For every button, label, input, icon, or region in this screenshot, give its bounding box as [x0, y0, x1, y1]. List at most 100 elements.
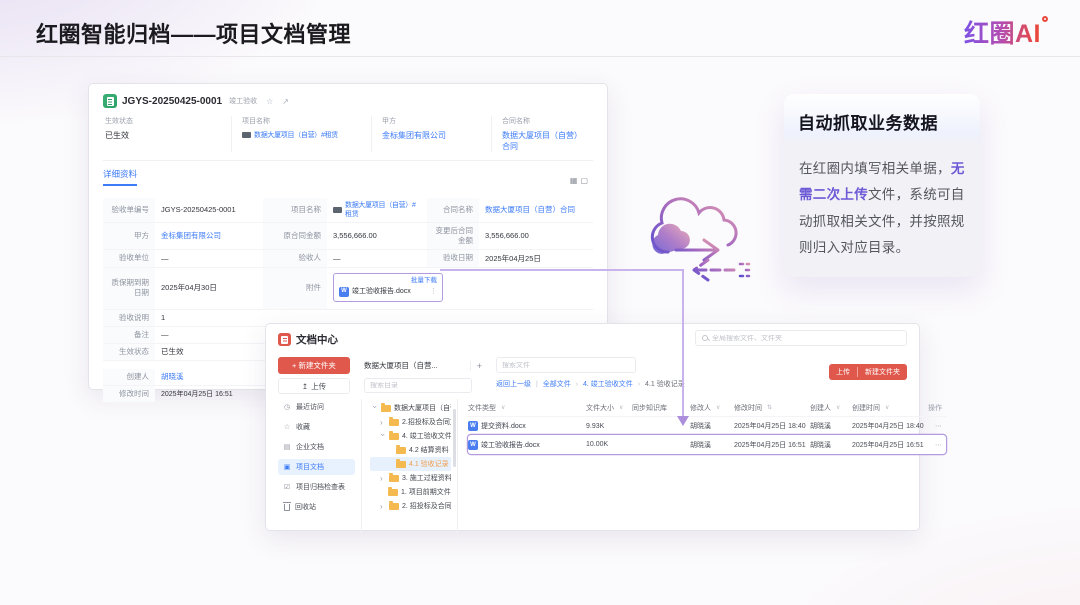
document-id: JGYS-20250425-0001: [122, 95, 223, 107]
folder-icon: [389, 472, 399, 482]
global-search-input[interactable]: [695, 330, 907, 346]
summary-field-project: 项目名称 数据大厦项目（自营）#租赁: [231, 116, 371, 152]
folder-tree: ›数据大厦项目（自营... ›2.招投标及合同文件 ›4. 竣工验收文件 4.2…: [362, 399, 458, 539]
kebab-menu-icon[interactable]: ⋮: [430, 287, 437, 296]
file-table: 文件类型 ∨ 文件大小 ∨ 同步知识库 修改人 ∨ 修改时间 ⇅ 创建人 ∨ 创建时间 ∨ …: [458, 399, 946, 539]
search-directory-input[interactable]: [364, 378, 472, 393]
tree-item-selected[interactable]: 4.1 验收记录: [370, 457, 451, 471]
file-size: 10.00K: [586, 441, 609, 448]
folder-icon: [381, 402, 391, 412]
global-search-field[interactable]: [712, 334, 900, 342]
row-label: 附件: [263, 267, 327, 309]
caret-icon: ∨: [885, 405, 890, 411]
batch-download-link[interactable]: 批量下载: [339, 277, 437, 285]
breadcrumb-all-files[interactable]: 全部文件: [543, 381, 571, 388]
tree-item-root[interactable]: ›数据大厦项目（自营...: [370, 401, 451, 415]
caret-icon: ›: [370, 405, 380, 408]
new-folder-button[interactable]: + 新建文件夹: [278, 357, 350, 374]
header-file-size[interactable]: 文件大小 ∨: [586, 403, 632, 413]
file-name[interactable]: 提交资料.docx: [481, 421, 526, 431]
document-icon: [103, 94, 117, 108]
row-label: 生效状态: [103, 343, 155, 360]
sidebar-item-favorites[interactable]: ☆ 收藏: [278, 419, 355, 435]
plus-icon: +: [292, 361, 297, 370]
header-modified-time[interactable]: 修改时间 ⇅: [734, 403, 810, 413]
caret-icon: ∨: [836, 405, 841, 411]
star-icon: ☆: [283, 424, 291, 431]
brand-logo: 红圈AI: [964, 14, 1048, 50]
company-link[interactable]: 金标集团有限公司: [382, 130, 481, 141]
tree-item[interactable]: 1. 项目前期文件: [370, 485, 451, 499]
file-modifier: 胡晓溪: [690, 423, 711, 430]
contract-link[interactable]: 数据大厦项目（自营）合同: [479, 198, 593, 222]
external-link-icon[interactable]: ↗: [282, 97, 289, 106]
sidebar-item-project-docs[interactable]: ▣ 项目文档: [278, 459, 355, 475]
file-creator: 胡晓溪: [810, 441, 831, 449]
header-modifier[interactable]: 修改人 ∨: [690, 403, 734, 413]
row-label: 修改时间: [103, 386, 155, 403]
row-value: —: [161, 253, 169, 263]
tab-detail[interactable]: 详细资料: [103, 168, 138, 186]
breadcrumb-folder[interactable]: 4. 竣工验收文件: [583, 381, 633, 388]
row-label: 验收日期: [427, 250, 479, 267]
header-created-time[interactable]: 创建时间 ∨: [852, 403, 928, 413]
doc-center-body: ◷ 最近访问 ☆ 收藏 ▤ 企业文档 ▣ 项目文档 ☑ 项目归档检查表 回收站 › 数据大厦…: [278, 399, 946, 539]
summary-field-status: 生效状态 已生效: [103, 116, 231, 152]
row-label: 变更后合同金额: [427, 223, 479, 250]
header-file-type[interactable]: 文件类型 ∨: [468, 403, 586, 413]
callout-body: 在红圈内填写相关单据，无需二次上传文件，系统可自动抓取相关文件，并按照规则归入对…: [784, 146, 980, 277]
search-file-field[interactable]: [502, 361, 630, 369]
project-selector[interactable]: 数据大厦项目（自营... +: [364, 357, 482, 374]
search-file-input[interactable]: [496, 357, 636, 373]
sidebar-item-archive-checklist[interactable]: ☑ 项目归档检查表: [278, 479, 355, 495]
field-label: 项目名称: [242, 118, 270, 125]
contract-link[interactable]: 数据大厦项目（自营）合同: [502, 130, 583, 152]
trash-icon: [283, 501, 291, 511]
summary-field-party-a: 甲方 金标集团有限公司: [371, 116, 491, 152]
star-icon[interactable]: ☆: [266, 97, 273, 106]
file-created-time: 2025年04月25日 18:40: [852, 423, 924, 430]
sidebar-item-recent[interactable]: ◷ 最近访问: [278, 399, 355, 415]
file-name[interactable]: 竣工验收报告.docx: [481, 440, 540, 450]
header-creator[interactable]: 创建人 ∨: [810, 403, 852, 413]
row-actions-icon[interactable]: ⋯: [928, 441, 946, 449]
project-link[interactable]: 数据大厦项目（自营）#租赁: [242, 130, 361, 140]
attachment-file[interactable]: W 竣工验收报告.docx ⋮: [339, 287, 437, 297]
sidebar-item-recycle-bin[interactable]: 回收站: [278, 499, 355, 515]
row-value: 2025年04月25日: [485, 253, 541, 263]
row-value: 3,556,666.00: [485, 231, 529, 241]
row-actions-icon[interactable]: ⋯: [928, 422, 946, 430]
upload-button[interactable]: ↥ 上传: [278, 378, 350, 394]
grid-view-icon[interactable]: ▦: [570, 176, 581, 185]
add-project-icon[interactable]: +: [469, 360, 482, 371]
doc-center-title: 文档中心: [296, 334, 338, 346]
tree-item[interactable]: ›2.招投标及合同文件: [370, 415, 451, 429]
caret-icon: ∨: [716, 405, 721, 411]
tree-item[interactable]: 4.2 结算资料: [370, 443, 451, 457]
caret-icon: ∨: [619, 405, 624, 411]
file-row-highlighted[interactable]: W 竣工验收报告.docx 10.00K 胡晓溪 2025年04月25日 16:5…: [468, 435, 946, 454]
project-link[interactable]: 数据大厦项目（自营）#租赁: [327, 198, 427, 222]
project-icon: [333, 207, 342, 214]
tree-item[interactable]: ›2. 招投标及合同...: [370, 499, 451, 513]
sidebar-item-corp-docs[interactable]: ▤ 企业文档: [278, 439, 355, 455]
sort-icon: ⇅: [767, 405, 773, 411]
search-directory-field[interactable]: [370, 382, 466, 389]
upload-button-top[interactable]: 上传: [829, 367, 857, 377]
row-label: 验收说明: [103, 309, 155, 326]
new-folder-button-top[interactable]: 新建文件夹: [857, 367, 907, 377]
view-toggle-icons: ▦▢: [570, 176, 591, 185]
file-row[interactable]: W 提交资料.docx 9.93K 胡晓溪 2025年04月25日 18:40 胡…: [468, 416, 946, 435]
attachment-filename: 竣工验收报告.docx: [352, 288, 411, 296]
tree-item[interactable]: › 4. 竣工验收文件: [370, 429, 451, 443]
breadcrumb: 返回上一级 | 全部文件 › 4. 竣工验收文件 › 4.1 验收记录: [496, 379, 685, 389]
summary-fields: 生效状态 已生效 项目名称 数据大厦项目（自营）#租赁 甲方 金标集团有限公司 …: [103, 116, 593, 161]
breadcrumb-separator: |: [535, 381, 538, 388]
card-view-icon[interactable]: ▢: [580, 176, 591, 185]
row-label: 原合同金额: [263, 223, 327, 250]
doc-center-toolbar: + 新建文件夹 ↥ 上传 数据大厦项目（自营... + 返回上一级: [278, 357, 907, 395]
breadcrumb-back[interactable]: 返回上一级: [496, 381, 531, 388]
tree-item[interactable]: › 3. 施工过程资料: [370, 471, 451, 485]
company-link[interactable]: 金标集团有限公司: [155, 223, 263, 249]
tree-scrollbar[interactable]: [453, 409, 456, 467]
